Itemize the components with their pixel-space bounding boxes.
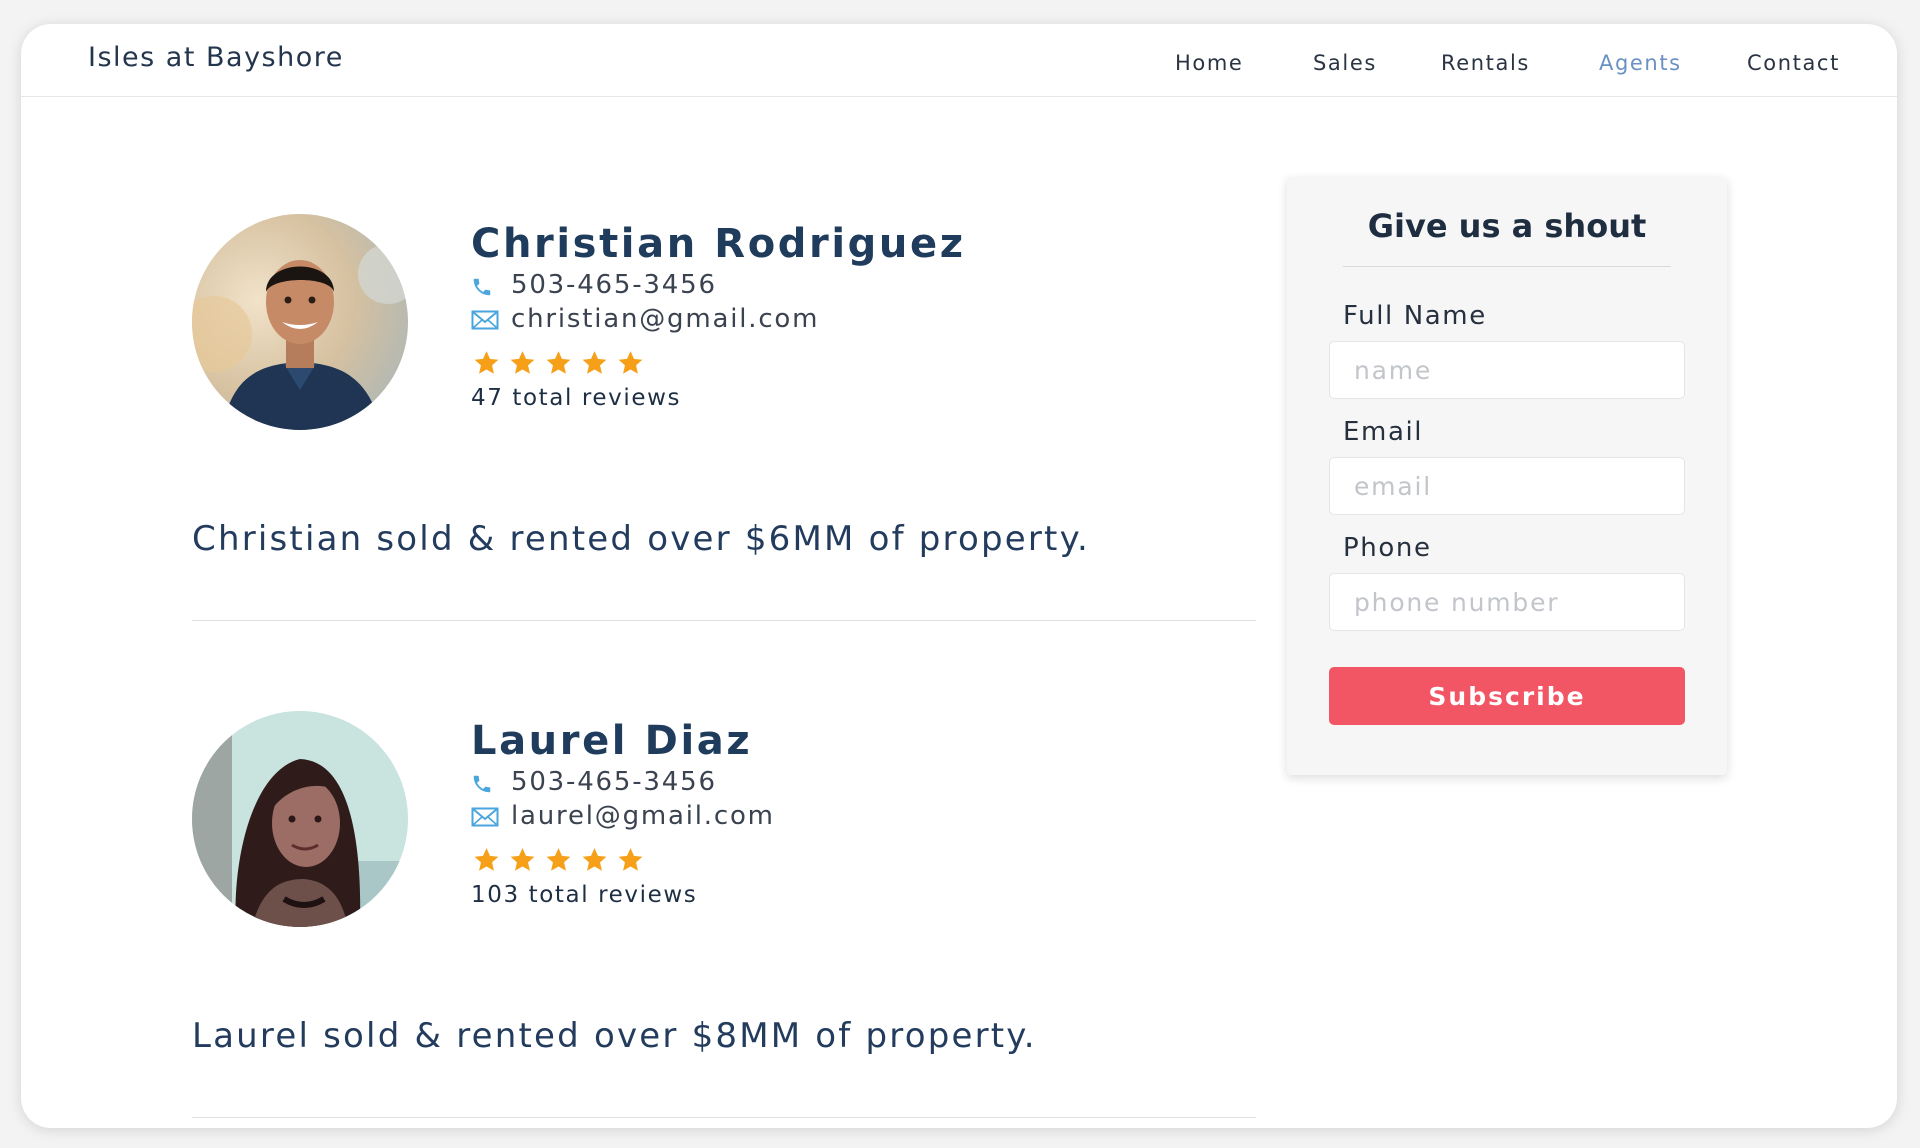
nav-rentals[interactable]: Rentals bbox=[1441, 51, 1530, 75]
star-icon bbox=[618, 848, 643, 871]
review-count[interactable]: 47 total reviews bbox=[471, 385, 1171, 411]
agent-photo bbox=[192, 711, 408, 927]
nav-contact[interactable]: Contact bbox=[1747, 51, 1840, 75]
star-icon bbox=[582, 351, 607, 374]
top-navbar: Isles at Bayshore Home Sales Rentals Age… bbox=[21, 24, 1897, 97]
nav-sales[interactable]: Sales bbox=[1313, 51, 1377, 75]
divider bbox=[192, 620, 1256, 621]
divider bbox=[1343, 266, 1671, 267]
subscribe-button[interactable]: Subscribe bbox=[1329, 667, 1685, 725]
star-icon bbox=[474, 351, 499, 374]
email-label: Email bbox=[1343, 417, 1424, 447]
agent-name: Christian Rodriguez bbox=[471, 221, 966, 267]
agent-email-text: laurel@gmail.com bbox=[511, 801, 775, 831]
agent-info: Christian Rodriguez 503-465-3456 christi… bbox=[471, 220, 1171, 411]
nav-home[interactable]: Home bbox=[1175, 51, 1243, 75]
star-icon bbox=[546, 848, 571, 871]
star-rating bbox=[471, 847, 1171, 879]
agent-phone-text: 503-465-3456 bbox=[511, 270, 717, 300]
form-title: Give us a shout bbox=[1367, 207, 1647, 245]
star-icon bbox=[618, 351, 643, 374]
star-icon bbox=[510, 351, 535, 374]
divider bbox=[192, 1117, 1256, 1118]
star-icon bbox=[546, 351, 571, 374]
phone-label: Phone bbox=[1343, 533, 1432, 563]
full-name-input[interactable] bbox=[1329, 341, 1685, 399]
star-rating bbox=[471, 350, 1171, 382]
star-icon bbox=[582, 848, 607, 871]
agent-name: Laurel Diaz bbox=[471, 718, 753, 764]
review-count[interactable]: 103 total reviews bbox=[471, 882, 1171, 908]
contact-form-card: Give us a shout Full Name Email Phone Su… bbox=[1287, 177, 1727, 775]
agent-email[interactable]: christian@gmail.com bbox=[471, 302, 1171, 336]
agent-summary: Laurel sold & rented over $8MM of proper… bbox=[192, 1016, 1037, 1056]
mail-icon bbox=[471, 310, 499, 330]
agent-phone-text: 503-465-3456 bbox=[511, 767, 717, 797]
agent-email[interactable]: laurel@gmail.com bbox=[471, 799, 1171, 833]
agent-email-text: christian@gmail.com bbox=[511, 304, 820, 334]
phone-icon bbox=[473, 775, 491, 793]
phone-icon bbox=[473, 278, 491, 296]
email-input[interactable] bbox=[1329, 457, 1685, 515]
agent-info: Laurel Diaz 503-465-3456 laurel@gmail.co… bbox=[471, 717, 1171, 908]
star-icon bbox=[474, 848, 499, 871]
mail-icon bbox=[471, 807, 499, 827]
agent-phone[interactable]: 503-465-3456 bbox=[471, 268, 1171, 302]
nav-agents[interactable]: Agents bbox=[1599, 51, 1682, 75]
star-icon bbox=[510, 848, 535, 871]
main-nav: Home Sales Rentals Agents Contact bbox=[21, 51, 1897, 81]
agent-photo bbox=[192, 214, 408, 430]
full-name-label: Full Name bbox=[1343, 301, 1487, 331]
phone-input[interactable] bbox=[1329, 573, 1685, 631]
browser-frame: Isles at Bayshore Home Sales Rentals Age… bbox=[21, 24, 1897, 1128]
agent-phone[interactable]: 503-465-3456 bbox=[471, 765, 1171, 799]
agent-summary: Christian sold & rented over $6MM of pro… bbox=[192, 519, 1091, 559]
